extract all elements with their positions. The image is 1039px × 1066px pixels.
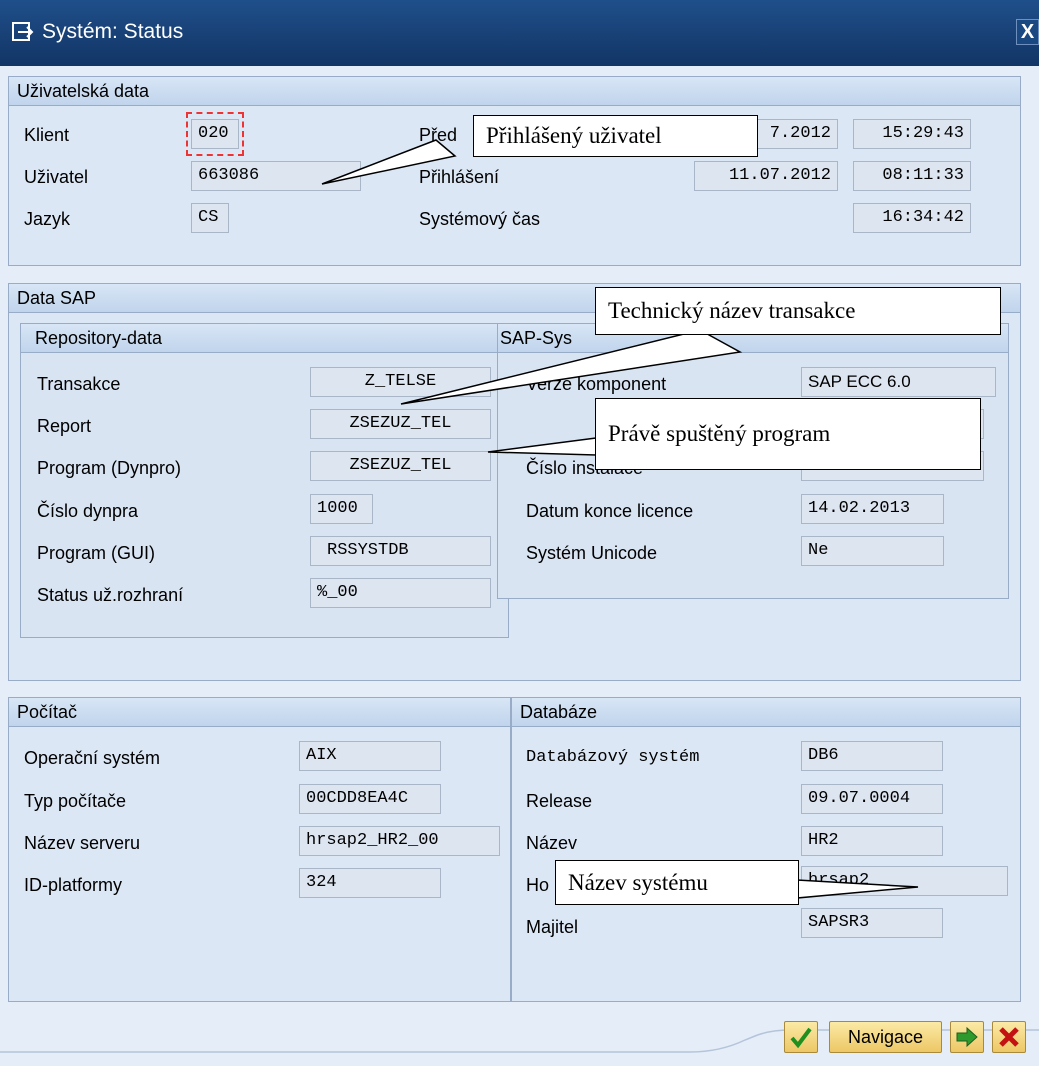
- pointer-transaction: [400, 329, 743, 405]
- callout-transaction: Technický název transakce: [595, 287, 1001, 335]
- pointer-program: [487, 437, 597, 456]
- pointer-system-name: [796, 879, 919, 899]
- callout-program: Právě spuštěný program: [595, 398, 981, 470]
- callout-system-name: Název systému: [555, 860, 799, 905]
- callout-logged-user: Přihlášený uživatel: [473, 115, 758, 157]
- pointer-logged-user: [321, 139, 457, 185]
- callout-pointers: [321, 139, 919, 899]
